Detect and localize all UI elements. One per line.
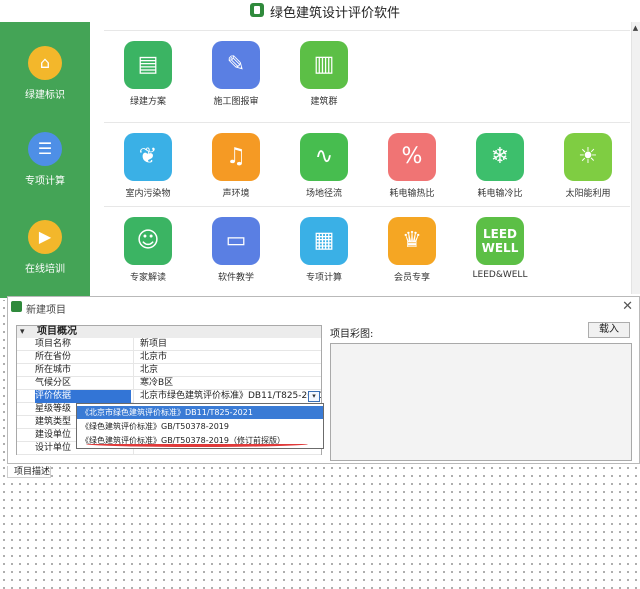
tile-label: 室内污染物 xyxy=(125,189,171,199)
tile-acoustic-environment[interactable]: ♫ 声环境 xyxy=(198,131,274,199)
leaves-icon: ❦ xyxy=(124,133,172,181)
tile-label: 耗电输热比 xyxy=(389,189,435,199)
calculator-icon: ▦ xyxy=(300,217,348,265)
evaluation-standard-select[interactable]: 北京市绿色建筑评价标准》DB11/T825-2021 xyxy=(133,390,321,403)
property-value[interactable]: 北京市 xyxy=(133,351,321,364)
load-button[interactable]: 载入 xyxy=(588,322,630,338)
vertical-scrollbar[interactable] xyxy=(631,22,640,294)
module-row-1: ▤ 绿建方案 ✎ 施工图报审 ▥ 建筑群 xyxy=(104,30,630,110)
tile-label: 施工图报审 xyxy=(213,97,259,107)
tile-label: 建筑群 xyxy=(310,97,338,107)
module-row-3: ☺ 专家解读 ▭ 软件教学 ▦ 专项计算 ♛ 会员专享 LEED WELL LE… xyxy=(104,206,630,286)
dialog-title-bar: 新建项目 ✕ xyxy=(8,297,639,317)
tile-indoor-pollutants[interactable]: ❦ 室内污染物 xyxy=(110,131,186,199)
sidebar-item-label: 在线培训 xyxy=(25,264,65,275)
tile-solar-energy[interactable]: ☀ 太阳能利用 xyxy=(550,131,626,199)
document-icon: ▤ xyxy=(124,41,172,89)
tile-special-calculation[interactable]: ▦ 专项计算 xyxy=(286,215,362,283)
new-project-dialog: 新建项目 ✕ ▾ 项目概况 项目名称 新项目 所在省份 北京市 所在城市 北京 … xyxy=(7,296,640,464)
tile-label: 绿建方案 xyxy=(129,97,166,107)
tile-software-tutorial[interactable]: ▭ 软件教学 xyxy=(198,215,274,283)
property-key: 所在城市 xyxy=(35,365,72,375)
tile-label: 专项计算 xyxy=(305,273,342,283)
property-row[interactable]: 所在城市 北京 xyxy=(17,364,321,377)
property-value[interactable]: 新项目 xyxy=(133,338,321,351)
tile-label: 太阳能利用 xyxy=(565,189,611,199)
project-description-tab[interactable]: 项目描述 xyxy=(7,466,51,478)
tile-label: 声环境 xyxy=(222,189,250,199)
dropdown-option[interactable]: 《北京市绿色建筑评价标准》DB11/T825-2021 xyxy=(77,406,323,419)
tile-member-exclusive[interactable]: ♛ 会员专享 xyxy=(374,215,450,283)
document-list-icon: ☰ xyxy=(28,132,62,166)
sidebar-item-online-training[interactable]: ▶ 在线培训 xyxy=(0,220,90,290)
close-icon[interactable]: ✕ xyxy=(622,299,633,314)
property-key: 所在省份 xyxy=(35,352,72,362)
property-key: 气候分区 xyxy=(35,378,72,388)
crown-icon: ♛ xyxy=(388,217,436,265)
app-title: 绿色建筑设计评价软件 xyxy=(270,6,401,21)
flame-icon: % xyxy=(388,133,436,181)
tile-label: 专家解读 xyxy=(129,273,166,283)
sidebar-item-special-calc[interactable]: ☰ 专项计算 xyxy=(0,132,90,202)
module-grid: ▤ 绿建方案 ✎ 施工图报审 ▥ 建筑群 ❦ 室内污染物 ♫ 声环境 ∿ 场地径… xyxy=(104,30,630,298)
tile-building-group[interactable]: ▥ 建筑群 xyxy=(286,39,362,107)
property-value[interactable]: 北京 xyxy=(133,364,321,377)
sidebar-item-label: 绿建标识 xyxy=(25,90,65,101)
dialog-logo-icon xyxy=(11,301,22,312)
sidebar-item-green-label[interactable]: ⌂ 绿建标识 xyxy=(0,46,90,116)
solar-panel-icon: ☀ xyxy=(564,133,612,181)
sound-wave-icon: ♫ xyxy=(212,133,260,181)
leed-well-logo: LEED WELL xyxy=(476,217,524,265)
tile-site-runoff[interactable]: ∿ 场地径流 xyxy=(286,131,362,199)
dialog-title: 新建项目 xyxy=(26,305,66,316)
tile-label: 软件教学 xyxy=(217,273,254,283)
project-image-box xyxy=(330,343,632,461)
board-icon: ▭ xyxy=(212,217,260,265)
chevron-down-icon[interactable]: ▾ xyxy=(308,391,320,402)
main-window: 绿色建筑设计评价软件 ▲ ⌂ 绿建标识 ☰ 专项计算 ▶ 在线培训 ▤ 绿建方案… xyxy=(0,0,640,300)
tile-heat-transfer-ratio[interactable]: % 耗电输热比 xyxy=(374,131,450,199)
snowflake-icon: ❄ xyxy=(476,133,524,181)
red-underline-annotation xyxy=(86,441,308,447)
dropdown-option[interactable]: 《绿色建筑评价标准》GB/T50378-2019 xyxy=(77,420,323,433)
play-video-icon: ▶ xyxy=(28,220,62,254)
property-row[interactable]: 所在省份 北京市 xyxy=(17,351,321,364)
tile-leed-well[interactable]: LEED WELL LEED&WELL xyxy=(462,215,538,281)
property-row[interactable]: 项目名称 新项目 xyxy=(17,338,321,351)
property-value[interactable]: 寒冷B区 xyxy=(133,377,321,390)
group-header[interactable]: ▾ 项目概况 xyxy=(17,326,321,338)
tile-label: 耗电输冷比 xyxy=(477,189,523,199)
property-row-selected[interactable]: 评价依据 北京市绿色建筑评价标准》DB11/T825-2021 ▾ xyxy=(17,390,321,403)
building-leaf-icon: ⌂ xyxy=(28,46,62,80)
sidebar-item-label: 专项计算 xyxy=(25,176,65,187)
property-row[interactable]: 气候分区 寒冷B区 xyxy=(17,377,321,390)
stamp-icon: ✎ xyxy=(212,41,260,89)
tile-expert-interpretation[interactable]: ☺ 专家解读 xyxy=(110,215,186,283)
tile-construction-review[interactable]: ✎ 施工图报审 xyxy=(198,39,274,107)
expert-icon: ☺ xyxy=(124,217,172,265)
buildings-icon: ▥ xyxy=(300,41,348,89)
module-row-2: ❦ 室内污染物 ♫ 声环境 ∿ 场地径流 % 耗电输热比 ❄ 耗电输冷比 ☀ 太… xyxy=(104,122,630,202)
tile-cooling-transfer-ratio[interactable]: ❄ 耗电输冷比 xyxy=(462,131,538,199)
tile-green-plan[interactable]: ▤ 绿建方案 xyxy=(110,39,186,107)
collapse-icon[interactable]: ▾ xyxy=(20,326,25,338)
property-key: 评价依据 xyxy=(35,390,131,403)
app-logo-icon xyxy=(250,3,264,17)
project-image-label: 项目彩图: xyxy=(330,329,374,340)
property-key: 项目名称 xyxy=(35,339,72,349)
title-bar: 绿色建筑设计评价软件 xyxy=(0,0,640,22)
tile-label: 场地径流 xyxy=(305,189,342,199)
road-icon: ∿ xyxy=(300,133,348,181)
tile-label: 会员专享 xyxy=(393,273,430,283)
tile-label: LEED&WELL xyxy=(472,270,528,280)
sidebar: ⌂ 绿建标识 ☰ 专项计算 ▶ 在线培训 xyxy=(0,22,90,298)
group-label: 项目概况 xyxy=(37,326,77,337)
scroll-up-icon[interactable]: ▲ xyxy=(632,24,639,32)
